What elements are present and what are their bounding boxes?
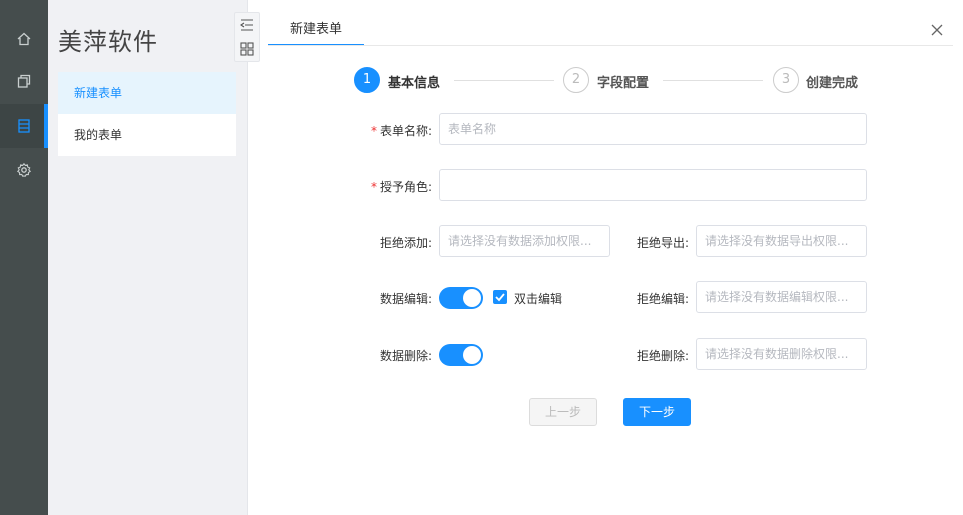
- switch-knob: [463, 346, 481, 364]
- copy-icon: [17, 74, 31, 88]
- gear-icon: [16, 162, 32, 177]
- step-3-label: 创建完成: [806, 76, 859, 91]
- deny-edit-select[interactable]: [696, 281, 867, 313]
- prev-step-button[interactable]: 上一步: [529, 398, 597, 426]
- dblclick-edit-label: 双击编辑: [514, 292, 563, 306]
- deny-delete-select[interactable]: [696, 338, 867, 370]
- grant-role-input[interactable]: [439, 169, 867, 201]
- switch-knob: [463, 289, 481, 307]
- step-connector: [454, 80, 554, 81]
- form-name-input[interactable]: [439, 113, 867, 145]
- required-mark: *: [370, 124, 377, 138]
- icon-rail: [0, 0, 48, 515]
- data-delete-label: 数据删除:: [379, 349, 432, 363]
- form-name-label: * 表单名称:: [342, 122, 432, 139]
- form-name-label-text: 表单名称:: [379, 124, 432, 138]
- grant-role-label: * 授予角色:: [342, 178, 432, 195]
- dblclick-edit-checkbox[interactable]: [493, 290, 507, 304]
- sidebar-item-new-form[interactable]: 新建表单: [58, 72, 236, 114]
- next-step-button[interactable]: 下一步: [623, 398, 691, 426]
- rail-item-settings[interactable]: [0, 148, 48, 192]
- rail-item-home[interactable]: [0, 17, 48, 61]
- data-delete-switch[interactable]: [439, 344, 483, 366]
- rail-item-form[interactable]: [0, 104, 48, 148]
- deny-edit-label: 拒绝编辑:: [636, 292, 689, 306]
- step-2-circle: 2: [563, 67, 589, 93]
- rail-item-copy[interactable]: [0, 59, 48, 103]
- brand-title: 美萍软件: [58, 28, 158, 56]
- collapse-menu-icon[interactable]: [240, 18, 254, 32]
- form-icon: [18, 119, 30, 133]
- tab-new-form[interactable]: 新建表单: [268, 18, 364, 46]
- deny-add-select[interactable]: [439, 225, 610, 257]
- home-icon: [17, 32, 31, 46]
- deny-export-select[interactable]: [696, 225, 867, 257]
- deny-delete-label: 拒绝删除:: [636, 349, 689, 363]
- tab-divider: [268, 45, 953, 46]
- sidebar-toggle-group: [234, 12, 260, 62]
- data-edit-switch[interactable]: [439, 287, 483, 309]
- check-icon: [495, 293, 505, 302]
- sidebar-item-my-forms[interactable]: 我的表单: [58, 114, 236, 156]
- grant-role-label-text: 授予角色:: [379, 180, 432, 194]
- step-1-label: 基本信息: [388, 76, 441, 91]
- step-2-label: 字段配置: [597, 76, 650, 91]
- data-edit-label: 数据编辑:: [379, 292, 432, 306]
- deny-export-label: 拒绝导出:: [636, 236, 689, 250]
- step-3-circle: 3: [773, 67, 799, 93]
- grid-icon[interactable]: [240, 42, 254, 56]
- deny-add-label: 拒绝添加:: [379, 236, 432, 250]
- required-mark: *: [370, 180, 377, 194]
- step-connector: [663, 80, 763, 81]
- step-1-circle: 1: [354, 67, 380, 93]
- close-icon[interactable]: [929, 22, 945, 38]
- sidebar: 美萍软件 新建表单 我的表单: [48, 0, 248, 515]
